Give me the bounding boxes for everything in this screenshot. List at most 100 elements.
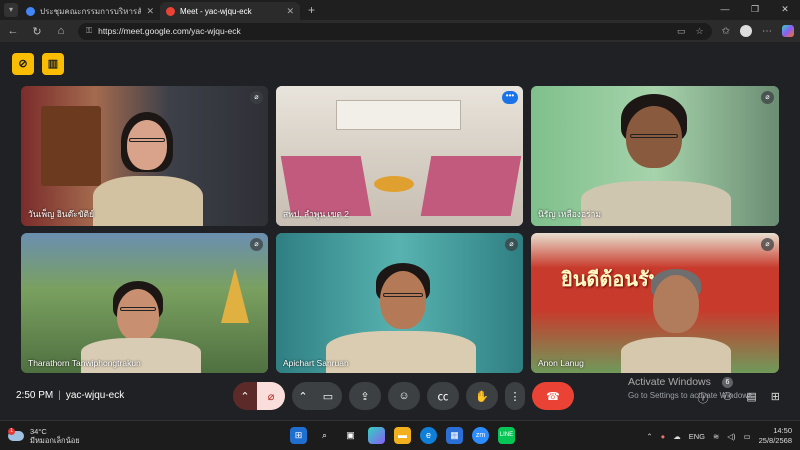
participant-name: Anon Lanug — [538, 358, 584, 368]
more-options-button[interactable]: ⋮ — [505, 382, 525, 410]
person-uniform — [93, 176, 203, 226]
present-screen-button[interactable]: ⇪ — [349, 382, 381, 410]
participant-name: นิรัญ เหลืองอร่าม — [538, 209, 601, 219]
temperature: 34°C — [30, 427, 47, 436]
start-windows-icon[interactable]: ⊞ — [290, 427, 307, 444]
close-window-icon[interactable]: ✕ — [770, 0, 800, 20]
favorite-star-icon[interactable]: ☆ — [696, 26, 704, 37]
microsoft-store-icon[interactable]: ▦ — [446, 427, 463, 444]
more-vert-icon: ⋮ — [509, 390, 521, 403]
cloud-sync-icon[interactable]: ☁ — [673, 432, 681, 441]
camera-permission-icon[interactable]: ▭ — [677, 26, 686, 37]
zoom-app-icon[interactable]: zm — [472, 427, 489, 444]
favorites-icon[interactable]: ✩ — [722, 26, 730, 37]
line-app-icon[interactable]: LINE — [498, 427, 515, 444]
close-tab-icon[interactable]: ✕ — [146, 6, 154, 17]
captions-icon: ㏄ — [437, 391, 449, 403]
person-uniform — [621, 337, 731, 373]
participant-name: Tharathorn Tanwiphongtrakun — [28, 358, 141, 368]
task-view-icon[interactable]: ▣ — [342, 427, 359, 444]
window-controls: — ❐ ✕ — [710, 0, 800, 20]
welcome-banner-text: ยินดีต้อนรับ — [561, 269, 662, 291]
edge-browser-icon[interactable]: e — [420, 427, 437, 444]
participant-tile-4[interactable]: ⌀ Tharathorn Tanwiphongtrakun — [21, 233, 268, 373]
home-icon[interactable]: ⌂ — [54, 25, 68, 37]
menu-icon[interactable]: ⋯ — [762, 26, 772, 37]
browser-tab-bar: ▾ ประชุมคณะกรรมการบริหารสัญญาจ้างเหมา ✕ … — [0, 0, 800, 20]
video-options-chevron-icon[interactable]: ⌃ — [292, 382, 314, 410]
new-tab-button[interactable]: + — [300, 2, 323, 20]
copilot-icon[interactable] — [782, 25, 794, 37]
pagoda-shape — [221, 268, 249, 323]
search-icon[interactable]: ⌕ — [316, 427, 333, 444]
participant-tile-5[interactable]: ⌀ Apichart Sanruan — [276, 233, 523, 373]
maximize-icon[interactable]: ❐ — [740, 0, 770, 20]
more-options-icon[interactable]: ••• — [502, 91, 518, 104]
conference-table-right — [420, 156, 522, 216]
weather-condition: มีหมอกเล็กน้อย — [30, 436, 80, 445]
camera-toggle-button[interactable]: ▭ — [314, 382, 342, 410]
weather-widget[interactable]: 1 34°C มีหมอกเล็กน้อย — [8, 427, 80, 445]
file-explorer-icon[interactable]: ▬ — [394, 427, 411, 444]
reactions-button[interactable]: ☺ — [388, 382, 420, 410]
input-language[interactable]: ENG — [689, 432, 705, 441]
emoji-icon: ☺ — [398, 390, 410, 402]
windows-taskbar: 1 34°C มีหมอกเล็กน้อย ⊞ ⌕ ▣ ▬ e ▦ zm LIN… — [0, 420, 800, 450]
browser-tab-2[interactable]: Meet - yac-wjqu-eck ✕ — [160, 2, 300, 20]
url-text: https://meet.google.com/yac-wjqu-eck — [98, 26, 241, 36]
hand-icon: ✋ — [475, 390, 489, 403]
watermark-subtitle: Go to Settings to activate Windows. — [628, 391, 755, 400]
participant-tile-3[interactable]: ⌀ นิรัญ เหลืองอร่าม — [531, 86, 779, 226]
back-icon[interactable]: ← — [6, 25, 20, 37]
show-hidden-icons-chevron[interactable]: ⌃ — [646, 432, 652, 441]
system-clock[interactable]: 14:50 25/8/2568 — [759, 426, 792, 446]
address-bar-row: ← ↻ ⌂ ⚿ https://meet.google.com/yac-wjqu… — [0, 20, 800, 42]
meet-stage: ⊘ ▥ ⌀ วันเพ็ญ อินต๊ะขัติย์ ••• สพป. ลำพู… — [0, 42, 800, 420]
shrine-shelf — [41, 106, 101, 186]
url-field[interactable]: ⚿ https://meet.google.com/yac-wjqu-eck ▭… — [78, 22, 712, 40]
taskbar-apps: ⊞ ⌕ ▣ ▬ e ▦ zm LINE — [290, 427, 515, 444]
browser-tab-1[interactable]: ประชุมคณะกรรมการบริหารสัญญาจ้างเหมา ✕ — [20, 2, 160, 20]
mic-toggle-button[interactable]: ⌀ — [257, 382, 285, 410]
flower-arrangement — [374, 176, 414, 192]
reload-icon[interactable]: ↻ — [30, 25, 44, 38]
leave-call-button[interactable]: ☎ — [532, 382, 574, 410]
hang-up-icon: ☎ — [546, 390, 560, 403]
muted-mic-icon: ⌀ — [505, 238, 518, 251]
participant-tile-6[interactable]: ยินดีต้อนรับ ⌀ Anon Lanug — [531, 233, 779, 373]
battery-icon[interactable]: ▭ — [744, 432, 751, 441]
profile-avatar[interactable] — [740, 25, 752, 37]
watermark-title: Activate Windows — [628, 376, 711, 388]
participant-name: สพป. ลำพูน เขต 2 — [283, 209, 349, 219]
tab-actions-icon[interactable]: ▾ — [4, 3, 18, 17]
person-uniform — [581, 181, 731, 226]
volume-icon[interactable]: ◁) — [727, 432, 735, 441]
activities-icon[interactable]: ⊞ — [771, 390, 780, 406]
person-head — [117, 289, 159, 341]
participant-tile-1[interactable]: ⌀ วันเพ็ญ อินต๊ะขัติย์ — [21, 86, 268, 226]
meeting-controls: ⌃ ⌀ ⌃ ▭ ⇪ ☺ ㏄ ✋ ⋮ ☎ — [233, 382, 574, 410]
site-info-icon[interactable]: ⚿ — [86, 26, 92, 36]
raise-hand-button[interactable]: ✋ — [466, 382, 498, 410]
building-icon[interactable]: ▥ — [42, 53, 64, 75]
muted-mic-icon: ⌀ — [250, 238, 263, 251]
activate-windows-watermark: Activate Windows Go to Settings to activ… — [628, 376, 754, 400]
video-camera-icon: ▭ — [322, 390, 334, 403]
wifi-icon[interactable]: ≋ — [713, 432, 719, 441]
clock-time: 14:50 — [773, 426, 792, 435]
muted-mic-icon: ⌀ — [250, 91, 263, 104]
close-tab-icon[interactable]: ✕ — [286, 6, 294, 17]
audio-options-chevron-icon[interactable]: ⌃ — [233, 382, 257, 410]
mic-off-icon: ⌀ — [267, 390, 275, 403]
person-head — [653, 275, 699, 333]
person-glasses — [383, 293, 423, 297]
minimize-icon[interactable]: — — [710, 0, 740, 20]
mic-control-group: ⌃ ⌀ — [233, 382, 285, 410]
current-time: 2:50 PM — [16, 390, 54, 401]
copilot-app-icon[interactable] — [368, 427, 385, 444]
camera-off-icon[interactable]: ⊘ — [12, 53, 34, 75]
participant-tile-2[interactable]: ••• สพป. ลำพูน เขต 2 — [276, 86, 523, 226]
microphone-in-use-icon[interactable]: ● — [661, 432, 666, 441]
captions-button[interactable]: ㏄ — [427, 382, 459, 410]
person-glasses — [120, 307, 156, 311]
